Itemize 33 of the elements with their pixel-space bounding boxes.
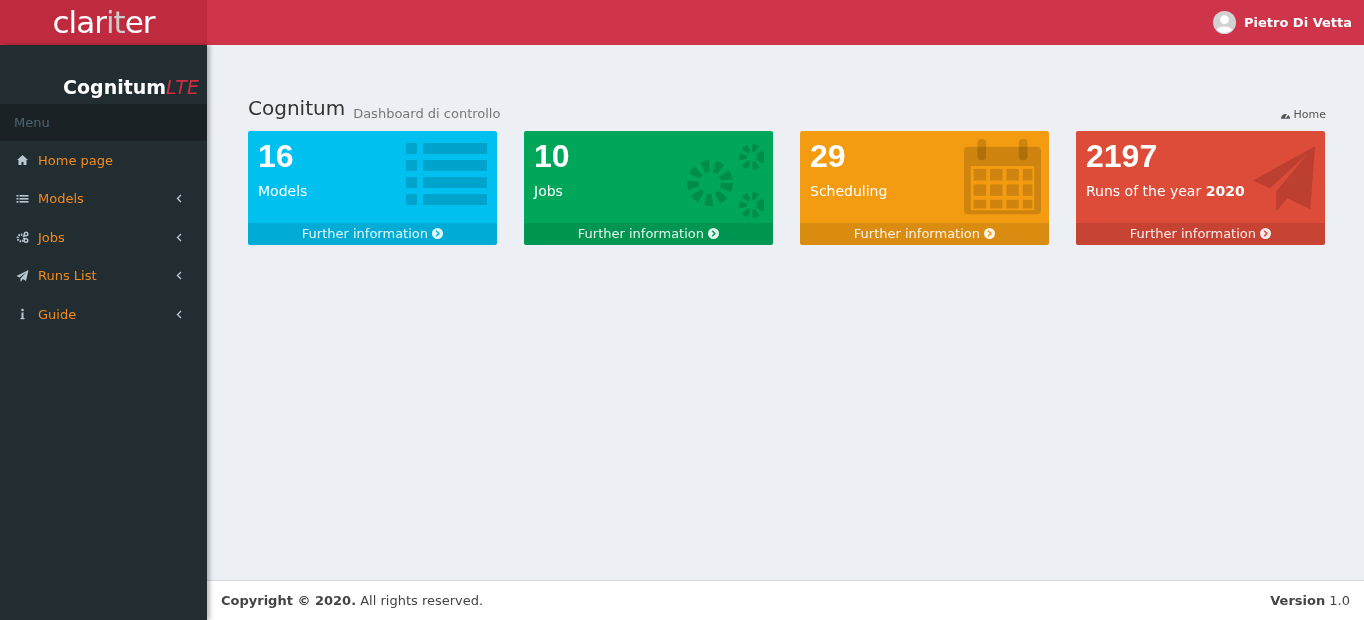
stat-value: 16: [257, 137, 295, 176]
stat-label: Jobs: [532, 182, 564, 202]
stat-value: 2197: [1085, 137, 1159, 176]
avatar-icon: [1212, 11, 1236, 34]
arrow-circle-right-icon: [432, 228, 444, 239]
list-icon: [16, 192, 29, 205]
breadcrumb-link[interactable]: Home: [1279, 106, 1326, 123]
stat-label: Scheduling: [809, 182, 889, 202]
menu-item[interactable]: Jobs: [0, 218, 207, 257]
gears-icon: [16, 231, 29, 244]
menu-item[interactable]: Guide: [0, 295, 207, 334]
stat-label: Models: [257, 182, 309, 202]
further-information-link[interactable]: Further information: [1076, 223, 1325, 245]
paper-plane-icon: [16, 269, 29, 282]
further-information-link[interactable]: Further information: [524, 223, 773, 245]
stat-label: Runs of the year 2020: [1085, 182, 1246, 202]
page-title: Cognitum: [248, 95, 346, 122]
arrow-circle-right-icon: [708, 228, 720, 239]
home-icon: [16, 154, 29, 167]
brand-title: CognitumLTE: [62, 75, 200, 100]
stat-value: 29: [809, 137, 847, 176]
page-subtitle: Dashboard di controllo: [353, 104, 501, 123]
stat-value: 10: [533, 137, 571, 176]
list-icon: [406, 143, 488, 205]
menu-header: Menu: [0, 103, 207, 141]
copyright-text: Copyright © 2020. All rights reserved.: [221, 591, 484, 610]
menu-item[interactable]: Runs List: [0, 256, 207, 295]
arrow-circle-right-icon: [1260, 228, 1272, 239]
user-name[interactable]: Pietro Di Vetta: [1243, 12, 1352, 33]
menu-item[interactable]: Home page: [0, 141, 207, 180]
version-text: Version 1.0: [1270, 591, 1350, 610]
arrow-circle-right-icon: [984, 228, 996, 239]
menu-item[interactable]: Models: [0, 179, 207, 218]
